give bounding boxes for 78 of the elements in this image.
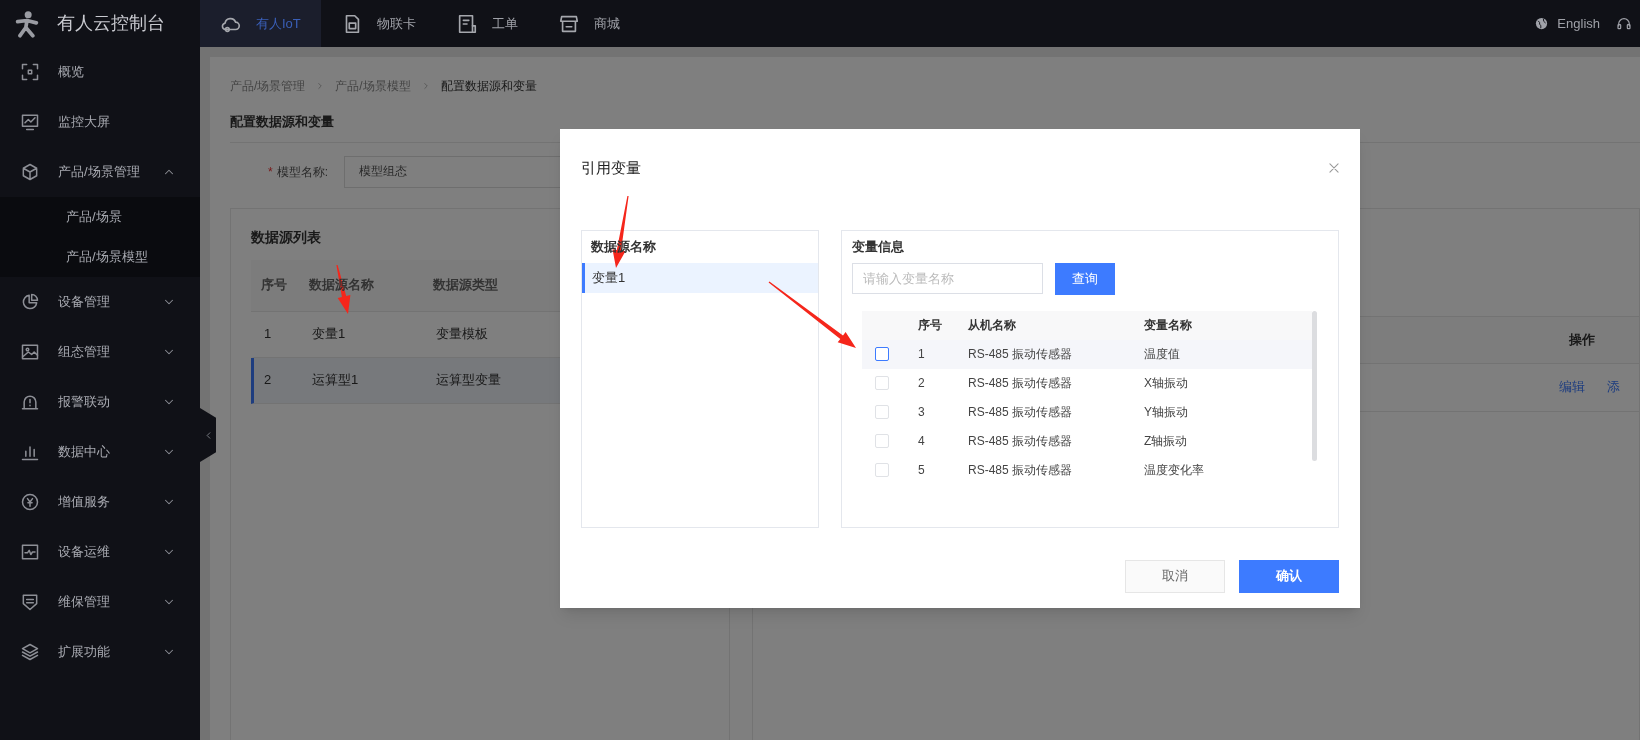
cancel-button[interactable]: 取消 [1125,559,1225,593]
table-cell-text: 运算型变量 [436,371,501,390]
language-link[interactable]: English [1557,13,1600,34]
confirm-button[interactable]: 确认 [1239,559,1339,593]
variable-search-field[interactable]: 请输入变量名称 [852,263,1043,294]
sidebar-item[interactable]: 组态管理 [0,327,200,377]
layers-icon [20,642,40,662]
close-icon [1327,161,1341,176]
globe-icon [1534,16,1550,31]
sidebar-item[interactable]: 数据中心 [0,427,200,477]
close-button[interactable] [1327,161,1341,176]
table-cell-text: RS-485 振动传感器 [968,346,1074,363]
image-icon [20,342,40,362]
column-header: 操作 [1569,330,1595,349]
column-header: 从机名称 [968,317,1017,334]
yen-circle-icon [20,492,40,512]
pulse-icon [20,542,40,562]
column-header: 数据源类型 [433,276,498,295]
shield-icon [20,592,40,612]
headset-icon [1616,15,1632,32]
support-button[interactable] [1616,15,1632,32]
table-cell-text: RS-485 振动传感器 [968,404,1074,421]
sidebar-subitem[interactable]: 产品/场景 [0,197,200,237]
table-cell-text: RS-485 振动传感器 [968,433,1074,450]
checkbox[interactable] [875,347,889,361]
table-cell-text: 1 [264,325,272,344]
table-cell-text: 运算型1 [312,371,359,390]
column-header: 序号 [918,317,943,334]
sidebar-item[interactable]: 监控大屏 [0,97,200,147]
nav-tab[interactable]: 商城 [537,0,640,47]
page-heading: 配置数据源和变量 [230,113,335,131]
cube-icon [20,162,40,182]
table-row[interactable]: 4 RS-485 振动传感器 Z轴振动 [862,426,1312,456]
card-title: 数据源列表 [251,227,321,247]
table-cell-text: 4 [918,433,926,450]
table-cell-text: 变量1 [312,325,346,344]
table-cell-text: X轴振动 [1144,375,1189,392]
source-item[interactable]: 变量1 [582,262,818,293]
table-cell-text: 2 [918,375,926,392]
scrollbar[interactable] [1312,310,1317,461]
breadcrumb-item: 配置数据源和变量 [440,78,537,95]
table-cell-text: 3 [918,404,926,421]
table-row[interactable]: 1 RS-485 振动传感器 温度值 [862,339,1312,369]
nav-tab[interactable]: 工单 [435,0,538,47]
field-label: 模型名称: [276,163,328,181]
panel-header: 变量信息 [852,237,905,256]
pie-chart-icon [20,292,40,312]
table-cell-text: 2 [264,371,272,390]
table-cell-text: Y轴振动 [1144,404,1189,421]
table-cell-text: Z轴振动 [1144,433,1189,450]
sidebar-item[interactable]: 设备运维 [0,527,200,577]
sidebar-item[interactable]: 产品/场景管理 [0,147,200,197]
table-cell-text: RS-485 振动传感器 [968,462,1074,479]
nav-tab[interactable]: 物联卡 [320,0,436,47]
table-cell-text: 5 [918,462,926,479]
app-title: 有人云控制台 [57,12,165,35]
table-cell-text: 温度变化率 [1144,462,1205,479]
sidebar-item[interactable]: 报警联动 [0,377,200,427]
table-row[interactable]: 5 RS-485 振动传感器 温度变化率 [862,455,1312,485]
table-cell-text: 变量模板 [436,325,488,344]
table-row[interactable]: 2 RS-485 振动传感器 X轴振动 [862,368,1312,398]
table-row[interactable]: 3 RS-485 振动传感器 Y轴振动 [862,397,1312,427]
focus-frame-icon [20,62,40,82]
sidebar-item[interactable]: 设备管理 [0,277,200,327]
person-logo-icon [13,9,41,38]
sidebar-item[interactable]: 维保管理 [0,577,200,627]
sidebar-item[interactable]: 扩展功能 [0,627,200,677]
query-button[interactable]: 查询 [1055,262,1115,295]
required-mark: * [268,163,273,181]
table-cell-text: 温度值 [1144,346,1181,363]
sidebar-item[interactable]: 增值服务 [0,477,200,527]
sidebar-subitem[interactable]: 产品/场景模型 [0,237,200,277]
table-cell-text: RS-485 振动传感器 [968,375,1074,392]
sidebar-item[interactable]: 概览 [0,47,200,97]
column-header: 变量名称 [1144,317,1193,334]
column-header: 序号 [261,276,287,295]
table-cell-text: 1 [918,346,926,363]
monitor-icon [20,112,40,132]
